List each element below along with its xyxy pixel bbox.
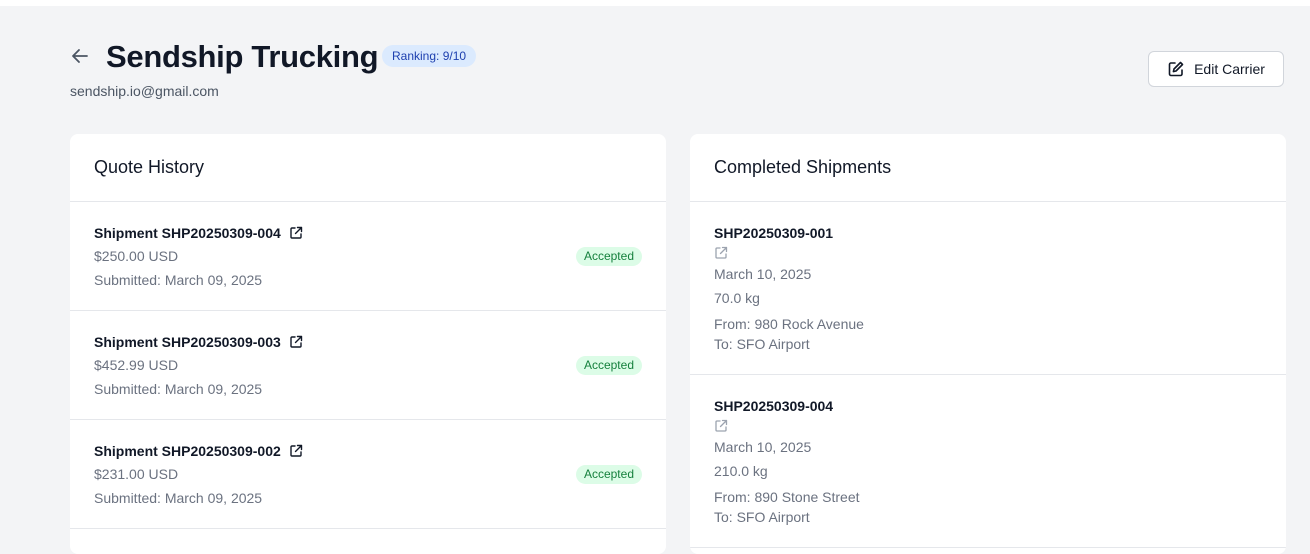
shipment-to: To: SFO Airport [714, 336, 810, 352]
external-link-icon[interactable] [289, 335, 303, 349]
external-link-icon[interactable] [289, 226, 303, 240]
carrier-header: Sendship Trucking Ranking: 9/10 sendship… [70, 38, 1286, 108]
shipment-id: SHP20250309-001 [714, 225, 834, 241]
quote-submitted-date: Submitted: March 09, 2025 [94, 272, 263, 288]
quote-history-header: Quote History [70, 134, 666, 202]
status-badge: Accepted [575, 247, 642, 266]
shipment-date: March 10, 2025 [714, 439, 812, 455]
quote-item: Shipment SHP20250309-004 $250.00 USD Sub… [70, 202, 666, 311]
quote-submitted-date: Submitted: March 09, 2025 [94, 490, 263, 506]
status-badge: Accepted [575, 465, 642, 484]
quote-history-title: Quote History [94, 157, 205, 177]
quote-item: Shipment SHP20250309-002 $231.00 USD Sub… [70, 420, 666, 529]
quote-history-card: Quote History Shipment SHP20250309-004 $… [70, 134, 666, 554]
shipment-date: March 10, 2025 [714, 266, 812, 282]
shipment-weight: 70.0 kg [714, 290, 760, 306]
carrier-email: sendship.io@gmail.com [70, 83, 219, 99]
shipment-from: From: 890 Stone Street [714, 489, 860, 505]
external-link-icon[interactable] [714, 419, 728, 433]
shipment-weight: 210.0 kg [714, 463, 768, 479]
quote-submitted-date: Submitted: March 09, 2025 [94, 381, 263, 397]
quote-amount: $231.00 USD [94, 466, 179, 482]
edit-pencil-icon [1167, 60, 1185, 78]
shipment-item: SHP20250309-004 March 10, 2025 210.0 kg … [690, 375, 1286, 548]
completed-shipments-card: Completed Shipments SHP20250309-001 Marc… [690, 134, 1286, 554]
ranking-badge: Ranking: 9/10 [382, 45, 477, 67]
quote-shipment-name: Shipment SHP20250309-003 [94, 334, 281, 350]
quote-amount: $452.99 USD [94, 357, 179, 373]
shipment-from: From: 980 Rock Avenue [714, 316, 864, 332]
quote-item: Shipment SHP20250309-003 $452.99 USD Sub… [70, 311, 666, 420]
status-badge: Accepted [575, 356, 642, 375]
edit-carrier-button[interactable]: Edit Carrier [1148, 51, 1284, 87]
shipment-to: To: SFO Airport [714, 509, 810, 525]
shipment-id: SHP20250309-004 [714, 398, 834, 414]
top-bar [0, 0, 1310, 6]
back-button[interactable] [70, 46, 90, 66]
page-title: Sendship Trucking [106, 39, 379, 74]
completed-shipments-title: Completed Shipments [714, 157, 892, 177]
arrow-left-icon [70, 46, 90, 66]
quote-shipment-name: Shipment SHP20250309-002 [94, 443, 281, 459]
quote-shipment-name: Shipment SHP20250309-004 [94, 225, 281, 241]
external-link-icon[interactable] [289, 444, 303, 458]
external-link-icon[interactable] [714, 246, 728, 260]
completed-shipments-header: Completed Shipments [690, 134, 1286, 202]
quote-amount: $250.00 USD [94, 248, 179, 264]
edit-carrier-label: Edit Carrier [1194, 61, 1265, 77]
shipment-item: SHP20250309-001 March 10, 2025 70.0 kg F… [690, 202, 1286, 375]
